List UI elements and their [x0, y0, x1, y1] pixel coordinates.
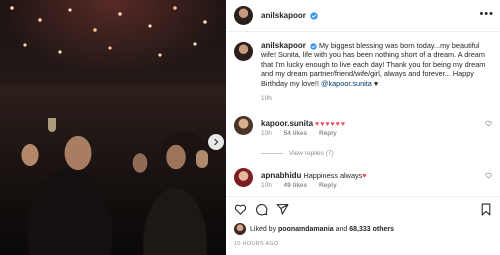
comment-likes[interactable]: 54 likes — [284, 130, 308, 137]
post-actions: Liked by poonamdamania and 68,333 others… — [226, 196, 500, 255]
comment-time: 10h — [261, 182, 272, 189]
commenter-avatar[interactable] — [234, 116, 253, 135]
post-header: anilskapoor ••• — [226, 0, 500, 32]
comment-meta: 10h 49 likes Reply — [261, 182, 347, 189]
comment-text: Happiness always — [303, 171, 363, 180]
carousel-next-button[interactable] — [208, 134, 224, 150]
view-replies-label[interactable]: View replies (7) — [289, 150, 334, 157]
chevron-right-icon — [214, 138, 219, 146]
caption-heart: ♥ — [371, 78, 379, 88]
caption-text: anilskapoor My biggest blessing was born… — [261, 41, 493, 88]
caption-mention[interactable]: @kapoor.sunita — [321, 79, 372, 88]
liked-by-count[interactable]: 68,333 others — [349, 226, 394, 233]
heart-emoji: ♥ — [362, 171, 367, 180]
party-lights — [0, 0, 226, 70]
comment-line: kapoor.sunita ♥♥♥♥♥♥ — [261, 119, 346, 128]
liked-by-prefix: Liked by — [250, 225, 277, 233]
post-author-username[interactable]: anilskapoor — [261, 11, 318, 20]
post-details-panel: anilskapoor ••• anilskapoor My biggest b… — [226, 0, 500, 255]
share-icon[interactable] — [276, 203, 289, 216]
caption-author-username[interactable]: anilskapoor — [261, 41, 306, 50]
raised-hand — [196, 150, 208, 168]
liked-by-user[interactable]: poonamdamania — [278, 226, 334, 233]
more-icon[interactable]: ••• — [479, 8, 494, 20]
heart-icon[interactable] — [234, 203, 247, 216]
action-icons — [234, 203, 289, 216]
raised-glass — [48, 118, 56, 132]
comment-time: 10h — [261, 130, 272, 137]
party-crowd — [0, 85, 226, 255]
comment-reply-button[interactable]: Reply — [319, 130, 337, 137]
commenter-username[interactable]: kapoor.sunita — [261, 119, 313, 128]
comment-text: ♥♥♥♥♥♥ — [315, 121, 346, 128]
caption-time: 10h — [261, 95, 272, 102]
heart-icon[interactable] — [485, 120, 492, 127]
liker-avatar[interactable] — [234, 223, 246, 235]
commenter-avatar[interactable] — [234, 168, 253, 187]
comment-item: kapoor.sunita ♥♥♥♥♥♥ 10h 54 likes Reply — [226, 116, 500, 146]
view-replies-button[interactable]: View replies (7) — [261, 150, 334, 157]
comment-likes[interactable]: 49 likes — [284, 182, 308, 189]
heart-icon[interactable] — [485, 172, 492, 179]
verified-icon — [310, 42, 317, 50]
comment-item: apnabhidu Happiness always♥ 10h 49 likes… — [226, 168, 500, 198]
commenter-username[interactable]: apnabhidu — [261, 171, 301, 180]
author-avatar[interactable] — [234, 6, 253, 25]
post-author-name[interactable]: anilskapoor — [261, 11, 306, 20]
comment-icon[interactable] — [255, 203, 268, 216]
caption-author-avatar[interactable] — [234, 42, 253, 61]
liked-by: Liked by poonamdamania and 68,333 others — [234, 223, 394, 235]
post-time[interactable]: 10 HOURS AGO — [234, 241, 279, 247]
post-photo[interactable] — [0, 0, 226, 255]
replies-divider — [261, 153, 283, 154]
comment-reply-button[interactable]: Reply — [319, 182, 337, 189]
comment-line: apnabhidu Happiness always♥ — [261, 171, 367, 180]
liked-by-middle: and — [335, 225, 348, 233]
bookmark-icon[interactable] — [480, 203, 492, 216]
verified-icon — [310, 12, 318, 20]
comment-meta: 10h 54 likes Reply — [261, 130, 347, 137]
